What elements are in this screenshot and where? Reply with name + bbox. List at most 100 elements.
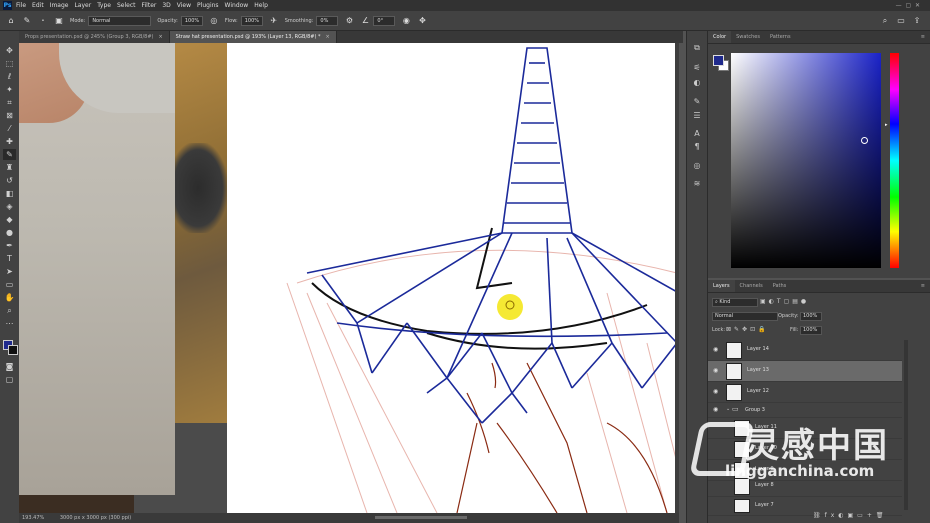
- panel-menu-icon[interactable]: ≡: [916, 280, 930, 292]
- brush-size-icon[interactable]: •: [38, 16, 48, 26]
- airbrush-icon[interactable]: ✈: [269, 16, 279, 26]
- menu-3d[interactable]: 3D: [162, 2, 170, 9]
- search-icon[interactable]: ⌕: [880, 16, 890, 26]
- symmetry-icon[interactable]: ✥: [417, 16, 427, 26]
- zoom-level[interactable]: 193.47%: [22, 515, 44, 521]
- move-tool-icon[interactable]: ✥: [3, 45, 16, 56]
- layer-row[interactable]: Layer 11: [708, 418, 902, 439]
- group-row[interactable]: ◉ ⌄ ▭ Group 3: [708, 403, 902, 418]
- panel-menu-icon[interactable]: ≡: [916, 31, 930, 43]
- pressure-size-icon[interactable]: ◉: [401, 16, 411, 26]
- smoothing-options-gear-icon[interactable]: ⚙: [344, 16, 354, 26]
- angle-field[interactable]: 0°: [373, 15, 396, 26]
- character-icon[interactable]: A: [692, 129, 702, 139]
- hue-slider[interactable]: [890, 53, 899, 268]
- opacity-field[interactable]: 100%: [180, 15, 203, 26]
- tab-patterns[interactable]: Patterns: [765, 31, 796, 43]
- blur-tool-icon[interactable]: ◆: [3, 214, 16, 225]
- menu-layer[interactable]: Layer: [74, 2, 91, 9]
- layer-row[interactable]: ◉ Layer 12: [708, 382, 902, 403]
- chevron-down-icon[interactable]: ⌄: [726, 406, 730, 412]
- hand-tool-icon[interactable]: ✋: [3, 292, 16, 303]
- workspace-icon[interactable]: ▭: [896, 16, 906, 26]
- adjustments-icon[interactable]: ◐: [692, 78, 702, 88]
- menu-image[interactable]: Image: [50, 2, 69, 9]
- magic-wand-tool-icon[interactable]: ✦: [3, 84, 16, 95]
- layer-row[interactable]: Layer 8: [708, 476, 902, 497]
- layer-filter-kind[interactable]: ⌕ Kind: [712, 298, 758, 307]
- blend-mode-dropdown[interactable]: Normal: [712, 312, 778, 321]
- home-icon[interactable]: ⌂: [6, 16, 16, 26]
- channels-icon[interactable]: ≋: [692, 179, 702, 189]
- menu-file[interactable]: File: [16, 2, 26, 9]
- tab-layers[interactable]: Layers: [708, 280, 735, 292]
- path-selection-tool-icon[interactable]: ➤: [3, 266, 16, 277]
- tab-swatches[interactable]: Swatches: [731, 31, 765, 43]
- tab-straw-hat-presentation[interactable]: Straw hat presentation.psd @ 193% (Layer…: [169, 31, 337, 43]
- foreground-color-chip[interactable]: [713, 55, 724, 66]
- pen-tool-icon[interactable]: ✒: [3, 240, 16, 251]
- menu-select[interactable]: Select: [117, 2, 136, 9]
- layer-opacity-field[interactable]: 100%: [800, 312, 822, 321]
- mode-dropdown[interactable]: Normal: [88, 15, 152, 26]
- healing-brush-tool-icon[interactable]: ✚: [3, 136, 16, 147]
- color-picker-ring[interactable]: [861, 137, 868, 144]
- brushes-icon[interactable]: ☰: [692, 111, 702, 121]
- layer-actions-bar[interactable]: ⛓fx◐▣▭+🗑: [813, 512, 888, 519]
- visibility-eye-icon[interactable]: ◉: [713, 388, 720, 395]
- close-icon[interactable]: ×: [158, 34, 162, 40]
- tab-color[interactable]: Color: [708, 31, 732, 43]
- color-saturation-field[interactable]: [731, 53, 881, 268]
- info-icon[interactable]: ◎: [692, 161, 702, 171]
- visibility-eye-icon[interactable]: ◉: [713, 367, 720, 374]
- brush-settings-icon[interactable]: ▣: [54, 16, 64, 26]
- brush-settings-panel-icon[interactable]: ✎: [692, 97, 702, 107]
- background-color-swatch[interactable]: [8, 345, 18, 355]
- tab-props-presentation[interactable]: Props presentation.psd @ 245% (Group 3, …: [19, 31, 170, 43]
- frame-tool-icon[interactable]: ⊠: [3, 110, 16, 121]
- layers-scrollbar[interactable]: [904, 340, 908, 510]
- rectangle-tool-icon[interactable]: ▭: [3, 279, 16, 290]
- menu-filter[interactable]: Filter: [142, 2, 157, 9]
- type-tool-icon[interactable]: T: [3, 253, 16, 264]
- menu-help[interactable]: Help: [254, 2, 268, 9]
- visibility-eye-icon[interactable]: ◉: [713, 406, 720, 413]
- hue-slider-marker-icon[interactable]: ▸: [885, 122, 888, 128]
- more-tools-icon[interactable]: ⋯: [3, 318, 16, 329]
- layer-filter-icons[interactable]: ▣◐T▢▤●: [760, 298, 809, 305]
- canvas-vertical-scrollbar[interactable]: [675, 43, 679, 513]
- layer-row[interactable]: ◉ Layer 14: [708, 340, 902, 361]
- dodge-tool-icon[interactable]: ●: [3, 227, 16, 238]
- layer-fill-field[interactable]: 100%: [800, 326, 822, 335]
- screen-mode-icon[interactable]: ▢: [3, 374, 16, 385]
- smoothing-field[interactable]: 0%: [316, 15, 339, 26]
- menu-window[interactable]: Window: [225, 2, 249, 9]
- lasso-tool-icon[interactable]: ℓ: [3, 71, 16, 82]
- history-icon[interactable]: ⧉: [692, 43, 702, 53]
- eyedropper-tool-icon[interactable]: ⁄: [3, 123, 16, 134]
- properties-icon[interactable]: ⚟: [692, 63, 702, 73]
- marquee-tool-icon[interactable]: ⬚: [3, 58, 16, 69]
- layer-row[interactable]: Layer 10: [708, 439, 902, 460]
- layer-row-selected[interactable]: ◉ Layer 13: [708, 361, 902, 382]
- brush-tool-icon[interactable]: ✎: [3, 149, 16, 160]
- brush-tool-preset-icon[interactable]: ✎: [22, 16, 32, 26]
- menu-edit[interactable]: Edit: [32, 2, 44, 9]
- close-icon[interactable]: ×: [326, 34, 330, 40]
- paragraph-icon[interactable]: ¶: [692, 142, 702, 152]
- eraser-tool-icon[interactable]: ◧: [3, 188, 16, 199]
- lock-icons[interactable]: ⊠✎✥⊡🔒: [726, 326, 769, 333]
- visibility-eye-icon[interactable]: ◉: [713, 346, 720, 353]
- horizontal-scrollbar-thumb[interactable]: [375, 516, 467, 519]
- quick-mask-icon[interactable]: ◙: [3, 361, 16, 372]
- menu-plugins[interactable]: Plugins: [197, 2, 219, 9]
- clone-stamp-tool-icon[interactable]: ♜: [3, 162, 16, 173]
- menu-type[interactable]: Type: [97, 2, 111, 9]
- crop-tool-icon[interactable]: ⌗: [3, 97, 16, 108]
- flow-field[interactable]: 100%: [240, 15, 263, 26]
- paint-bucket-tool-icon[interactable]: ◈: [3, 201, 16, 212]
- history-brush-tool-icon[interactable]: ↺: [3, 175, 16, 186]
- drawing-canvas[interactable]: [227, 43, 679, 513]
- tab-paths[interactable]: Paths: [768, 280, 792, 292]
- window-controls-icon[interactable]: — ▢ ✕: [896, 2, 920, 9]
